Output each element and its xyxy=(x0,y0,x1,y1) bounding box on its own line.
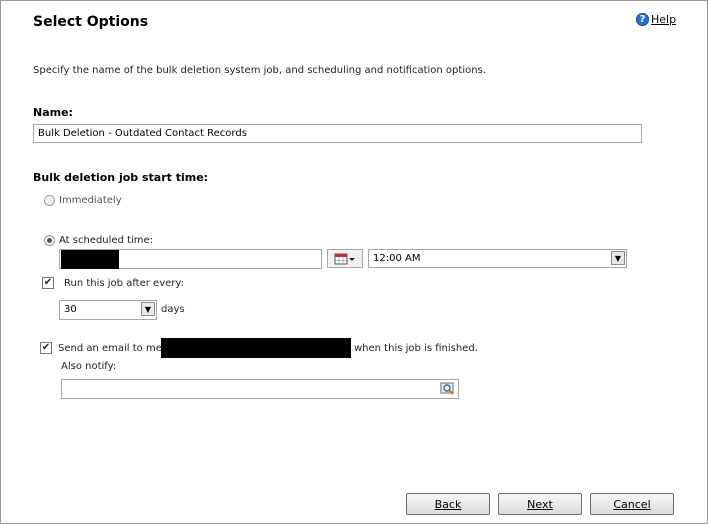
time-select[interactable]: 12:00 AM ▼ xyxy=(368,249,627,268)
immediately-option[interactable]: Immediately xyxy=(44,195,122,206)
calendar-icon xyxy=(334,253,355,264)
name-input[interactable]: Bulk Deletion - Outdated Contact Records xyxy=(33,124,642,143)
redacted-block xyxy=(161,338,351,358)
immediately-radio[interactable] xyxy=(44,195,55,206)
description-text: Specify the name of the bulk deletion sy… xyxy=(33,65,486,76)
next-button-label: Next xyxy=(527,497,553,511)
immediately-label: Immediately xyxy=(59,195,122,206)
cancel-button[interactable]: Cancel xyxy=(590,493,674,515)
lookup-icon[interactable] xyxy=(440,381,456,400)
start-time-label: Bulk deletion job start time: xyxy=(33,171,209,184)
name-input-value: Bulk Deletion - Outdated Contact Records xyxy=(38,128,247,139)
email-checkbox[interactable]: ✔ xyxy=(40,342,52,354)
cancel-button-label: Cancel xyxy=(613,497,651,511)
time-value: 12:00 AM xyxy=(373,253,421,264)
interval-select[interactable]: 30 ▼ xyxy=(59,300,157,320)
help-label: Help xyxy=(651,13,677,26)
next-button[interactable]: Next xyxy=(498,493,582,515)
help-icon: ? xyxy=(636,13,649,26)
recurrence-label: Run this job after every: xyxy=(64,277,184,289)
also-notify-input[interactable] xyxy=(61,379,459,399)
email-option[interactable]: ✔ Send an email to me xyxy=(40,342,162,354)
help-link[interactable]: ? Help xyxy=(636,13,676,26)
recurrence-option[interactable]: ✔ Run this job after every: xyxy=(42,277,184,289)
back-button-label: Back xyxy=(434,497,462,511)
chevron-down-icon[interactable]: ▼ xyxy=(141,302,155,316)
name-label: Name: xyxy=(33,106,73,119)
interval-value: 30 xyxy=(64,304,77,315)
scheduled-option[interactable]: At scheduled time: xyxy=(44,235,153,246)
also-notify-label: Also notify: xyxy=(61,361,117,372)
back-button[interactable]: Back xyxy=(406,493,490,515)
recurrence-checkbox[interactable]: ✔ xyxy=(42,277,54,289)
page-title: Select Options xyxy=(33,14,149,30)
email-label-after: when this job is finished. xyxy=(354,343,478,354)
scheduled-label: At scheduled time: xyxy=(59,235,154,246)
scheduled-radio[interactable] xyxy=(44,235,55,246)
email-label-before: Send an email to me xyxy=(58,342,162,354)
redacted-block xyxy=(61,250,119,269)
calendar-picker-button[interactable] xyxy=(327,249,363,268)
interval-unit-label: days xyxy=(161,304,185,315)
chevron-down-icon[interactable]: ▼ xyxy=(611,251,625,265)
